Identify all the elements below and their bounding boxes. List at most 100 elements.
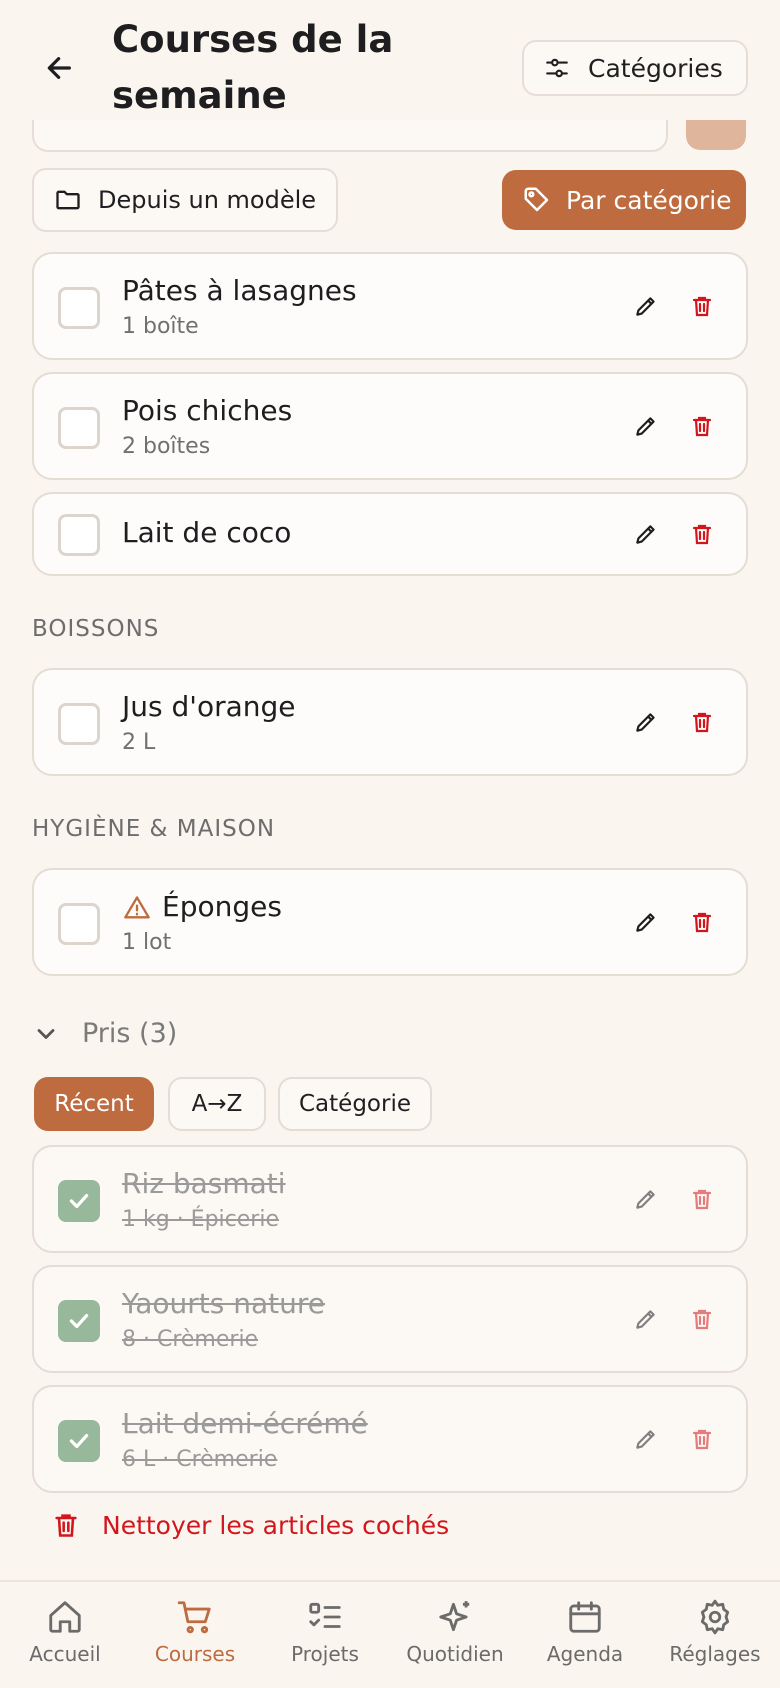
delete-button[interactable] [684, 1301, 720, 1337]
trash-icon [692, 416, 712, 437]
nav-item-courses[interactable]: Courses [130, 1582, 260, 1688]
item-checkbox[interactable] [58, 703, 100, 745]
nav-item-reglages[interactable]: Réglages [650, 1582, 780, 1688]
pencil-icon [636, 297, 655, 316]
nav-label: Courses [154, 1642, 236, 1666]
delete-button[interactable] [684, 704, 720, 740]
nav-item-agenda[interactable]: Agenda [520, 1582, 650, 1688]
item-quantity: 1 kg · Épicerie [122, 1207, 279, 1232]
trash-icon [692, 1309, 712, 1330]
list-item[interactable]: Lait de coco [32, 492, 748, 576]
list-item[interactable]: Pâtes à lasagnes 1 boîte [32, 252, 748, 360]
pencil-icon [636, 1190, 655, 1209]
list-item[interactable]: Pois chiches 2 boîtes [32, 372, 748, 480]
categories-button[interactable]: Catégories [522, 40, 748, 96]
arrow-left-icon [47, 57, 71, 79]
cart-icon [177, 1601, 211, 1634]
back-button[interactable] [36, 44, 84, 92]
delete-button[interactable] [684, 288, 720, 324]
item-name: Yaourts nature [122, 1287, 326, 1320]
edit-button[interactable] [628, 904, 664, 940]
delete-button[interactable] [684, 1181, 720, 1217]
item-checkbox[interactable] [58, 407, 100, 449]
pencil-icon [636, 1310, 655, 1329]
edit-button[interactable] [628, 288, 664, 324]
item-checkbox[interactable] [58, 903, 100, 945]
item-quantity: 2 boîtes [122, 434, 211, 459]
item-name: Pois chiches [122, 394, 293, 427]
trash-icon [692, 912, 712, 933]
edit-button[interactable] [628, 516, 664, 552]
item-name: Jus d'orange [122, 690, 296, 723]
sort-chip-recent[interactable]: Récent [34, 1077, 154, 1131]
item-name: Pâtes à lasagnes [122, 274, 357, 307]
item-checkbox[interactable] [58, 287, 100, 329]
pencil-icon [636, 913, 655, 932]
list-item-checked[interactable]: Riz basmati 1 kg · Épicerie [32, 1145, 748, 1253]
sort-chip-alpha[interactable]: A→Z [168, 1077, 266, 1131]
item-checkbox[interactable] [58, 1420, 100, 1462]
page-title: Courses de la semaine [112, 18, 394, 117]
delete-button[interactable] [684, 516, 720, 552]
bottom-nav: Accueil Courses Projets Quotidien Agenda… [0, 1580, 780, 1688]
edit-button[interactable] [628, 1181, 664, 1217]
trash-icon [692, 1189, 712, 1210]
list-item[interactable]: Éponges 1 lot [32, 868, 748, 976]
trash-icon [692, 296, 712, 317]
from-template-button[interactable]: Depuis un modèle [32, 168, 338, 232]
edit-button[interactable] [628, 1301, 664, 1337]
nav-item-quotidien[interactable]: Quotidien [390, 1582, 520, 1688]
from-template-label: Depuis un modèle [98, 186, 317, 214]
delete-button[interactable] [684, 904, 720, 940]
nav-label: Agenda [546, 1642, 624, 1666]
delete-button[interactable] [684, 1421, 720, 1457]
nav-label: Quotidien [406, 1642, 504, 1666]
check-icon [69, 1433, 89, 1449]
folder-icon [56, 190, 80, 210]
clean-checked-label: Nettoyer les articles cochés [102, 1510, 450, 1540]
home-icon [49, 1601, 81, 1633]
item-name: Riz basmati [122, 1167, 286, 1200]
item-checkbox[interactable] [58, 514, 100, 556]
clean-checked-button[interactable]: Nettoyer les articles cochés [52, 1510, 449, 1540]
item-quantity: 1 lot [122, 930, 172, 955]
edit-button[interactable] [628, 704, 664, 740]
nav-label: Accueil [29, 1642, 101, 1666]
taken-section-toggle[interactable]: Pris (3) [32, 1018, 177, 1049]
tags-icon [524, 187, 549, 212]
item-quantity: 1 boîte [122, 314, 199, 339]
gear-icon [700, 1599, 730, 1635]
trash-icon [55, 1514, 77, 1537]
check-icon [69, 1193, 89, 1209]
item-name: Éponges [162, 890, 282, 923]
section-heading-hygiene: HYGIÈNE & MAISON [32, 816, 276, 842]
list-item-checked[interactable]: Lait demi-écrémé 6 L · Crèmerie [32, 1385, 748, 1493]
item-checkbox[interactable] [58, 1300, 100, 1342]
pencil-icon [636, 713, 655, 732]
item-name: Lait de coco [122, 516, 292, 549]
item-quantity: 6 L · Crèmerie [122, 1447, 278, 1472]
edit-button[interactable] [628, 1421, 664, 1457]
item-checkbox[interactable] [58, 1180, 100, 1222]
sort-chip-category[interactable]: Catégorie [278, 1077, 432, 1131]
item-name: Lait demi-écrémé [122, 1407, 368, 1440]
warning-icon [124, 896, 150, 919]
trash-icon [692, 1429, 712, 1450]
by-category-button[interactable]: Par catégorie [502, 170, 746, 230]
pencil-icon [636, 1430, 655, 1449]
edit-button[interactable] [628, 408, 664, 444]
trash-icon [692, 524, 712, 545]
nav-label: Projets [291, 1642, 359, 1666]
categories-label: Catégories [588, 53, 723, 83]
chevron-down-icon [37, 1028, 55, 1039]
list-item-checked[interactable]: Yaourts nature 8 · Crèmerie [32, 1265, 748, 1373]
nav-item-projets[interactable]: Projets [260, 1582, 390, 1688]
section-heading-boissons: BOISSONS [32, 616, 160, 642]
item-quantity: 2 L [122, 730, 156, 755]
pencil-icon [636, 417, 655, 436]
list-item[interactable]: Jus d'orange 2 L [32, 668, 748, 776]
pencil-icon [636, 525, 655, 544]
nav-item-accueil[interactable]: Accueil [0, 1582, 130, 1688]
delete-button[interactable] [684, 408, 720, 444]
header: Courses de la semaine Catégories [0, 0, 780, 120]
